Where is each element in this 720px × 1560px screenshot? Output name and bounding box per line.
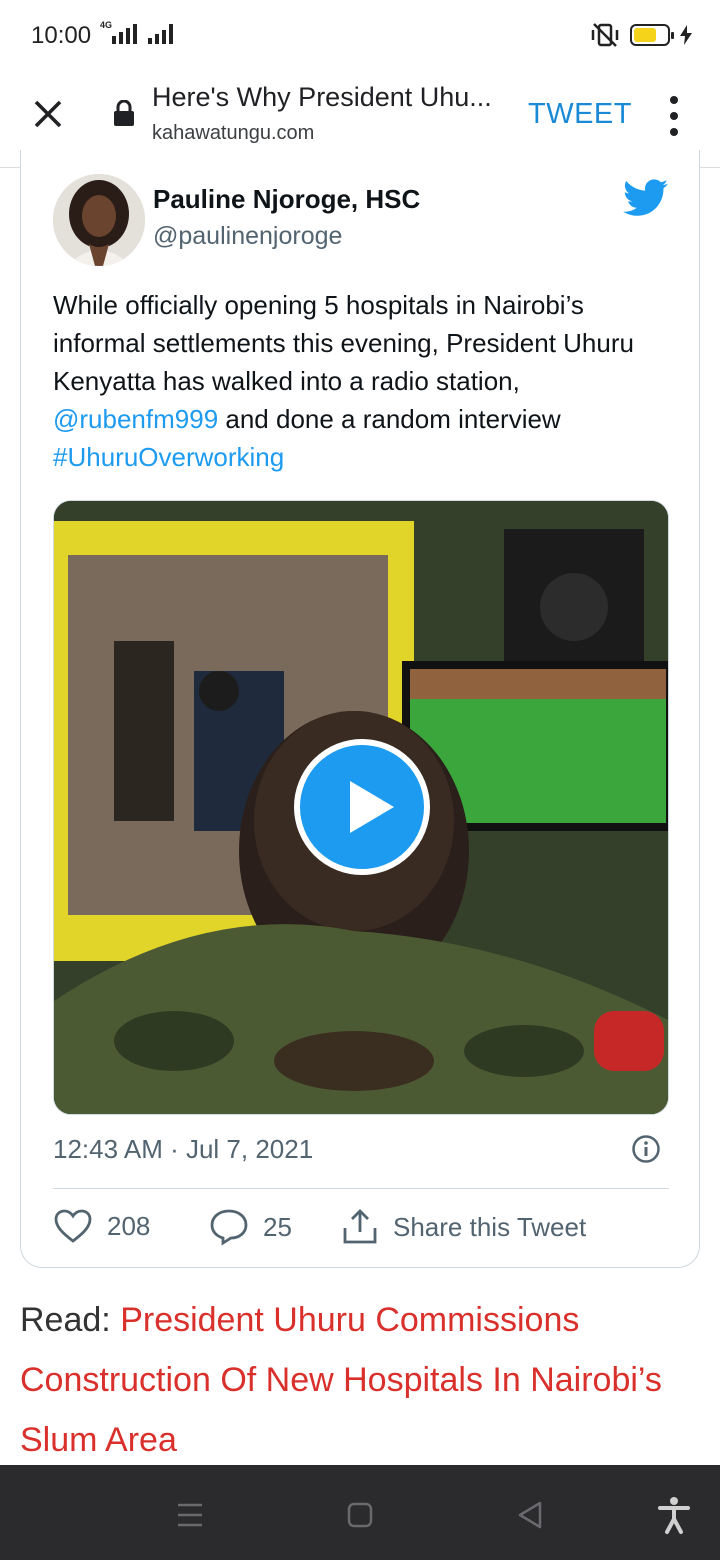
lock-icon[interactable]	[112, 100, 136, 126]
battery-icon	[630, 24, 674, 46]
info-icon[interactable]	[631, 1134, 661, 1164]
heart-icon	[54, 1209, 92, 1243]
share-label: Share this Tweet	[393, 1211, 587, 1242]
more-vert-icon[interactable]	[664, 96, 684, 136]
mention-link[interactable]: @rubenfm999	[53, 404, 218, 434]
signal-icon-2	[148, 24, 173, 44]
tweet-actions: 208 25 Share this Tweet	[53, 1208, 669, 1248]
page-title[interactable]: Here's Why President Uhu...	[152, 82, 512, 113]
tweet-button[interactable]: TWEET	[528, 98, 632, 131]
signal-icon	[112, 24, 137, 44]
author-handle[interactable]: @paulinenjoroge	[153, 222, 342, 251]
share-button[interactable]: Share this Tweet	[341, 1208, 586, 1246]
twitter-bird-icon[interactable]	[623, 178, 669, 218]
avatar[interactable]	[53, 174, 145, 266]
back-icon[interactable]	[510, 1495, 550, 1535]
page-domain[interactable]: kahawatungu.com	[152, 122, 314, 145]
read-more: Read: President Uhuru Commissions Constr…	[20, 1290, 700, 1470]
play-button[interactable]	[294, 739, 430, 875]
reply-button[interactable]: 25	[209, 1208, 292, 1246]
tweet-timestamp[interactable]: 12:43 AM · Jul 7, 2021	[53, 1134, 313, 1165]
network-type: 4G	[100, 20, 113, 30]
play-icon	[350, 781, 394, 833]
like-button[interactable]: 208	[53, 1208, 150, 1244]
read-prefix: Read:	[20, 1301, 121, 1339]
like-count: 208	[107, 1210, 151, 1241]
vibrate-off-icon	[591, 23, 619, 47]
menu-icon[interactable]	[170, 1495, 210, 1535]
tweet-video[interactable]	[53, 500, 669, 1115]
hashtag-link[interactable]: #UhuruOverworking	[53, 442, 284, 472]
charging-icon	[680, 25, 692, 45]
status-bar: 10:00 4G	[0, 0, 720, 70]
home-icon[interactable]	[340, 1495, 380, 1535]
tweet-text: While officially opening 5 hospitals in …	[53, 286, 673, 476]
reply-count: 25	[263, 1211, 292, 1242]
close-icon[interactable]	[28, 94, 68, 134]
reply-icon	[210, 1209, 248, 1246]
tweet-text-part1: While officially opening 5 hospitals in …	[53, 290, 634, 396]
author-name[interactable]: Pauline Njoroge, HSC	[153, 184, 420, 215]
system-nav-bar	[0, 1465, 720, 1560]
status-time: 10:00	[31, 22, 92, 49]
status-right-icons	[590, 22, 692, 48]
divider	[53, 1188, 669, 1189]
share-icon	[343, 1209, 377, 1244]
accessibility-icon[interactable]	[654, 1495, 694, 1535]
embedded-tweet[interactable]: Pauline Njoroge, HSC @paulinenjoroge Whi…	[20, 150, 700, 1268]
tweet-text-part2: and done a random interview	[218, 404, 561, 434]
